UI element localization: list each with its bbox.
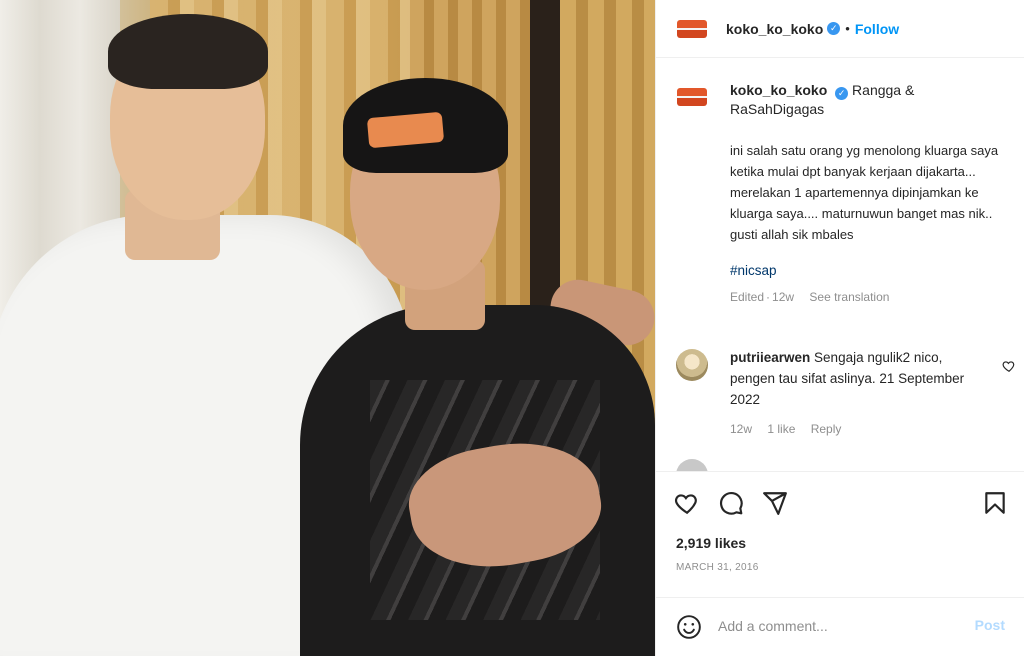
avatar[interactable]	[676, 349, 708, 381]
post-caption: koko_ko_koko ✓ Rangga & RaSahDigagas ini…	[676, 81, 1006, 307]
add-comment-bar: Post	[656, 597, 1024, 656]
heart-icon[interactable]	[1002, 359, 1016, 373]
caption-meta: Edited · 12w See translation	[730, 288, 1006, 307]
verified-badge-icon: ✓	[827, 22, 841, 35]
profile-logo-icon	[677, 88, 707, 106]
reply-button[interactable]: Reply	[811, 422, 842, 436]
comment-likes[interactable]: 1 like	[767, 422, 795, 436]
verified-badge-icon: ✓	[835, 87, 849, 100]
action-bar	[656, 471, 1024, 531]
heart-icon[interactable]	[674, 490, 700, 516]
post-side-panel: koko_ko_koko ✓ • Follow koko_ko_koko ✓ R…	[655, 0, 1024, 656]
bookmark-icon[interactable]	[982, 490, 1008, 516]
comment-item-partial	[676, 459, 1006, 471]
comment-time[interactable]: 12w	[730, 422, 752, 436]
caption-time[interactable]: 12w	[772, 290, 794, 304]
caption-text: ini salah satu orang yg menolong kluarga…	[730, 143, 999, 242]
header-username[interactable]: koko_ko_koko	[726, 21, 823, 37]
likes-count[interactable]: 2,919 likes	[676, 535, 746, 551]
post-photo[interactable]	[0, 0, 655, 656]
comment-username[interactable]: putriiearwen	[730, 350, 810, 365]
comment-item: putriiearwen Sengaja ngulik2 nico, penge…	[676, 347, 1016, 436]
post-button[interactable]: Post	[975, 617, 1005, 633]
see-translation-button[interactable]: See translation	[809, 290, 889, 304]
avatar[interactable]	[676, 81, 708, 113]
caption-username[interactable]: koko_ko_koko	[730, 82, 827, 98]
comment-input[interactable]	[718, 615, 958, 637]
avatar[interactable]	[676, 12, 708, 45]
emoji-icon[interactable]	[676, 614, 702, 640]
separator-dot: •	[845, 21, 850, 36]
comments-area[interactable]: koko_ko_koko ✓ Rangga & RaSahDigagas ini…	[656, 59, 1024, 471]
post-date[interactable]: MARCH 31, 2016	[676, 562, 759, 573]
post-header: koko_ko_koko ✓ • Follow	[656, 0, 1024, 58]
profile-logo-icon	[677, 19, 707, 38]
caption-dot: ·	[766, 290, 771, 304]
comment-icon[interactable]	[718, 490, 744, 516]
hashtag-link[interactable]: #nicsap	[730, 261, 1006, 280]
share-icon[interactable]	[762, 490, 788, 516]
avatar[interactable]	[676, 459, 708, 471]
edited-label: Edited	[730, 290, 765, 304]
comment-meta: 12w 1 like Reply	[730, 422, 1016, 436]
follow-button[interactable]: Follow	[855, 21, 899, 37]
person-left-hair	[108, 14, 268, 89]
